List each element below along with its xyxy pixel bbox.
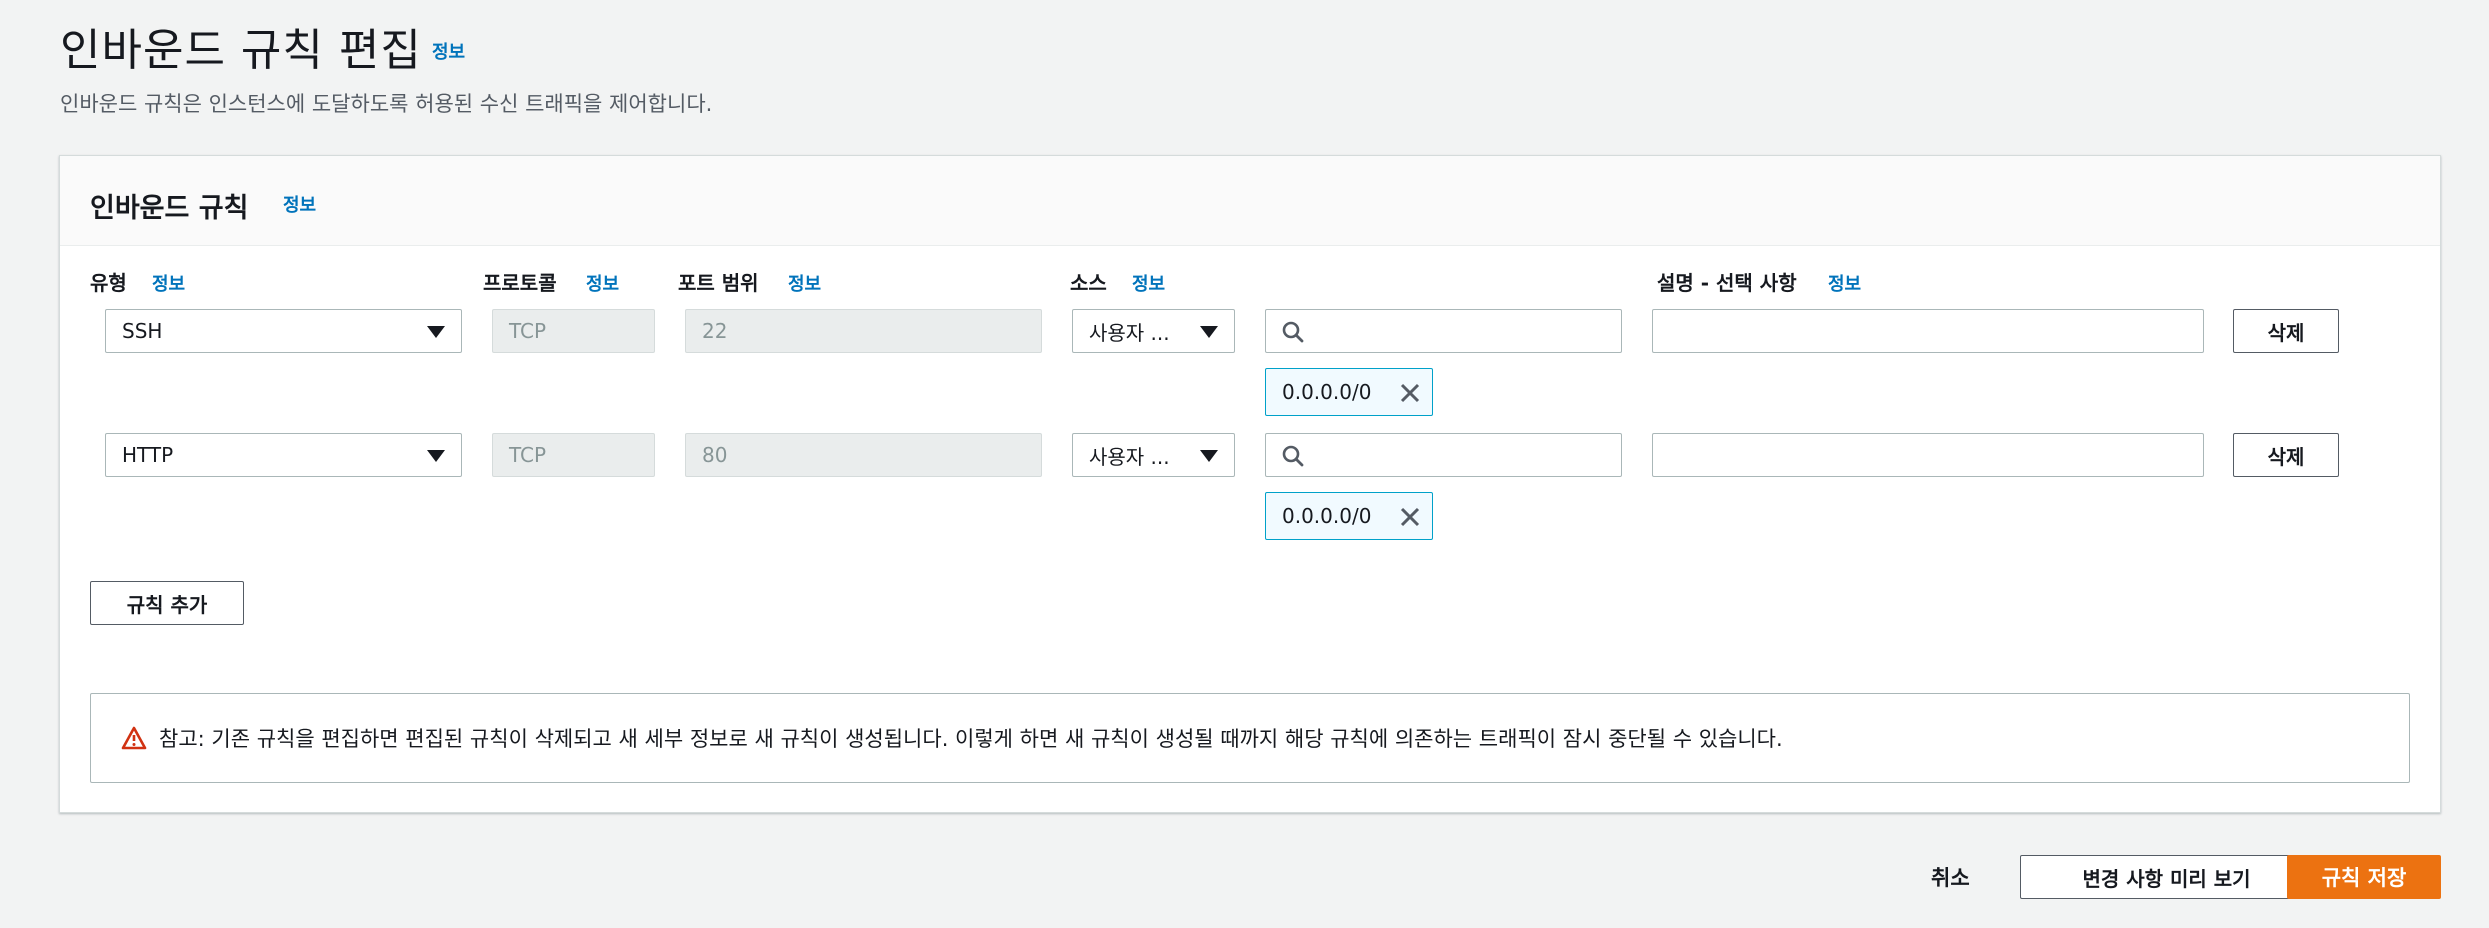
rule-description-input[interactable] [1652, 433, 2204, 477]
cidr-token: 0.0.0.0/0 [1265, 368, 1433, 416]
column-info-type[interactable]: 정보 [152, 270, 185, 296]
rule-port-range-value: 80 [702, 443, 728, 467]
cidr-token-label: 0.0.0.0/0 [1282, 504, 1372, 528]
panel-info-link[interactable]: 정보 [283, 191, 316, 217]
page-title-info-link[interactable]: 정보 [432, 38, 465, 64]
caret-down-icon [427, 450, 445, 462]
caret-down-icon [1200, 450, 1218, 462]
rule-port-range-value: 22 [702, 319, 728, 343]
cancel-button[interactable]: 취소 [1931, 862, 1970, 892]
page-title: 인바운드 규칙 편집 [60, 25, 422, 76]
column-info-protocol[interactable]: 정보 [586, 270, 619, 296]
caret-down-icon [1200, 326, 1218, 338]
column-label-type: 유형 [90, 271, 127, 295]
search-icon [1282, 321, 1304, 343]
rule-source-search-input[interactable] [1265, 309, 1622, 353]
rule-source-type-value: 사용자 ... [1089, 444, 1170, 469]
rule-source-type-select[interactable]: 사용자 ... [1072, 433, 1235, 477]
rule-source-type-value: 사용자 ... [1089, 320, 1170, 345]
close-icon[interactable] [1400, 383, 1420, 403]
delete-rule-button[interactable]: 삭제 [2233, 433, 2339, 477]
page-description: 인바운드 규칙은 인스턴스에 도달하도록 허용된 수신 트래픽을 제어합니다. [60, 92, 713, 116]
column-info-description[interactable]: 정보 [1828, 270, 1861, 296]
rule-type-value: SSH [122, 319, 163, 343]
warning-text: 참고: 기존 규칙을 편집하면 편집된 규칙이 삭제되고 새 세부 정보로 새 … [159, 727, 1783, 751]
column-label-protocol: 프로토콜 [483, 271, 557, 295]
panel-title: 인바운드 규칙 [90, 193, 249, 224]
delete-rule-button[interactable]: 삭제 [2233, 309, 2339, 353]
inbound-rules-panel: 인바운드 규칙 정보 유형 정보 프로토콜 정보 포트 범위 정보 소스 정보 … [59, 155, 2441, 813]
rule-source-search-input[interactable] [1265, 433, 1622, 477]
column-info-source[interactable]: 정보 [1132, 270, 1165, 296]
rule-port-range-field: 80 [685, 433, 1042, 477]
rule-description-input[interactable] [1652, 309, 2204, 353]
rule-port-range-field: 22 [685, 309, 1042, 353]
close-icon[interactable] [1400, 507, 1420, 527]
rule-protocol-value: TCP [509, 443, 547, 467]
rule-source-type-select[interactable]: 사용자 ... [1072, 309, 1235, 353]
column-label-source: 소스 [1070, 271, 1107, 295]
rule-type-select[interactable]: HTTP [105, 433, 462, 477]
cidr-token: 0.0.0.0/0 [1265, 492, 1433, 540]
rule-type-select[interactable]: SSH [105, 309, 462, 353]
column-label-port-range: 포트 범위 [678, 271, 759, 295]
rule-protocol-field: TCP [492, 309, 655, 353]
cidr-token-label: 0.0.0.0/0 [1282, 380, 1372, 404]
search-icon [1282, 445, 1304, 467]
warning-alert: 참고: 기존 규칙을 편집하면 편집된 규칙이 삭제되고 새 세부 정보로 새 … [90, 693, 2410, 783]
rule-protocol-value: TCP [509, 319, 547, 343]
add-rule-button[interactable]: 규칙 추가 [90, 581, 244, 625]
column-info-port-range[interactable]: 정보 [788, 270, 821, 296]
rule-protocol-field: TCP [492, 433, 655, 477]
preview-changes-button[interactable]: 변경 사항 미리 보기 [2020, 855, 2313, 899]
column-label-description: 설명 - 선택 사항 [1657, 271, 1797, 295]
save-rules-button[interactable]: 규칙 저장 [2287, 855, 2441, 899]
warning-icon [121, 726, 147, 750]
rule-type-value: HTTP [122, 443, 174, 467]
caret-down-icon [427, 326, 445, 338]
panel-header [60, 156, 2440, 246]
